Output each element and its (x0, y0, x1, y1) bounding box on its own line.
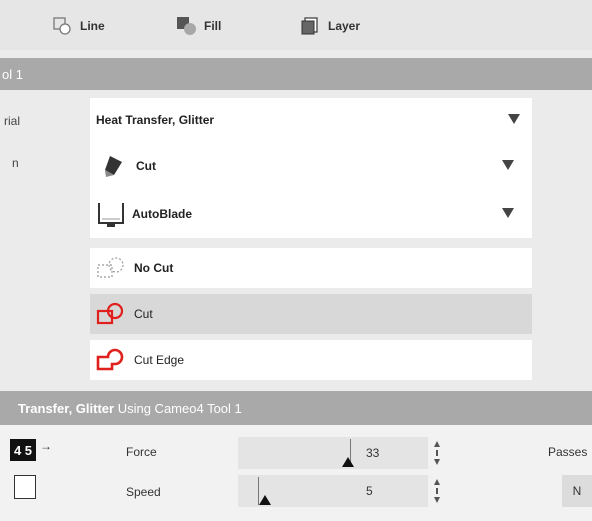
status-suffix: Using Cameo4 Tool 1 (114, 400, 242, 416)
cut-option-label: Cut (134, 307, 153, 321)
material-side-label: rial (4, 114, 21, 128)
tab-line[interactable]: Line (52, 14, 105, 38)
material-dropdown[interactable]: Heat Transfer, Glitter (90, 100, 538, 140)
action-option-cut-edge[interactable]: Cut Edge (90, 340, 532, 380)
speed-stepper[interactable] (432, 479, 442, 503)
action-dropdown[interactable]: Cut (90, 146, 532, 186)
line-icon (52, 16, 72, 36)
cut-edge-icon (94, 347, 128, 373)
action-side-label: n (12, 156, 19, 170)
stepper-down-icon[interactable] (434, 497, 440, 503)
chevron-down-icon (502, 208, 514, 218)
force-stepper[interactable] (432, 441, 442, 465)
force-value-field[interactable]: 33 (354, 437, 428, 469)
chevron-down-icon (502, 160, 514, 170)
tool-header-title: ol 1 (2, 66, 23, 82)
stepper-down-icon[interactable] (434, 459, 440, 465)
tab-fill[interactable]: Fill (176, 14, 221, 38)
force-slider[interactable] (238, 437, 354, 469)
material-dropdown-value: Heat Transfer, Glitter (96, 113, 215, 127)
blade-dropdown[interactable]: AutoBlade (90, 194, 532, 234)
no-cut-label: No Cut (134, 261, 174, 275)
force-label: Force (126, 445, 157, 459)
cut-edge-label: Cut Edge (134, 353, 185, 367)
speed-value-field[interactable]: 5 (354, 475, 428, 507)
cut-settings-panel: 4 5 → Force 33 Speed 5 Passes N (0, 425, 592, 521)
speed-label: Speed (126, 485, 161, 499)
chevron-down-icon (508, 114, 520, 124)
blade-tool-icon (102, 155, 124, 177)
fill-icon (176, 16, 196, 36)
stepper-up-icon[interactable] (434, 441, 440, 447)
blade-dropdown-value: AutoBlade (132, 207, 192, 221)
autoblade-icon (96, 199, 126, 229)
speed-slider[interactable] (238, 475, 354, 507)
toolbar-tabs: Line Fill Layer (0, 0, 592, 50)
action-dropdown-value: Cut (136, 159, 156, 173)
selector-panel: Heat Transfer, Glitter Cut AutoBlade (90, 98, 532, 238)
status-material: Transfer, Glitter (18, 400, 115, 416)
blade-depth-indicator: 4 5 (10, 439, 36, 461)
force-slider-thumb[interactable] (342, 457, 354, 467)
tab-layer-label: Layer (328, 19, 361, 33)
tool-header: ol 1 (0, 58, 592, 90)
no-cut-icon (94, 255, 128, 281)
passes-label: Passes (548, 445, 588, 459)
passes-button[interactable]: N (562, 475, 592, 507)
status-header: Transfer, Glitter Using Cameo4 Tool 1 (0, 391, 592, 425)
cut-shape-icon (94, 301, 128, 327)
tab-fill-label: Fill (204, 19, 222, 33)
tab-line-label: Line (80, 19, 105, 33)
stepper-up-icon[interactable] (434, 479, 440, 485)
arrow-right-icon: → (40, 439, 52, 453)
layer-icon (300, 16, 320, 36)
action-option-cut[interactable]: Cut (90, 294, 532, 334)
option-checkbox[interactable] (14, 475, 36, 499)
action-option-no-cut[interactable]: No Cut (90, 248, 532, 288)
tab-layer[interactable]: Layer (300, 14, 360, 38)
speed-slider-thumb[interactable] (258, 495, 271, 505)
